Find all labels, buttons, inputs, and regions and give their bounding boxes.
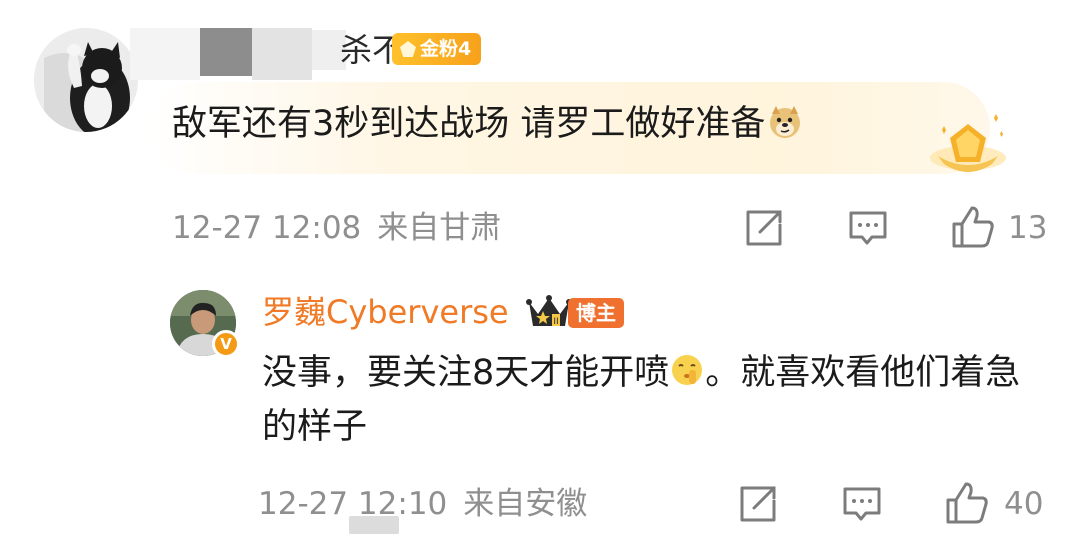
fan-level-badge[interactable]: 金粉4: [392, 33, 482, 65]
crown-icon: II: [526, 294, 572, 332]
comment-meta: 12-27 12:08 来自甘肃: [172, 208, 501, 248]
share-icon[interactable]: [742, 206, 786, 250]
comment-location: 来自甘肃: [377, 210, 502, 246]
username-redaction: [130, 28, 200, 80]
reply-location: 来自安徽: [463, 486, 588, 522]
svg-text:II: II: [553, 317, 558, 327]
like-icon[interactable]: [944, 480, 988, 524]
verified-badge: V: [212, 330, 240, 358]
comment-time: 12-27 12:08: [172, 210, 362, 246]
cat-avatar-icon: [34, 28, 138, 132]
gold-gem-medal-icon: [928, 112, 1008, 182]
username-redaction: [252, 28, 312, 80]
doge-emoji-icon: [767, 104, 803, 140]
gem-icon: [400, 41, 416, 57]
share-icon[interactable]: [736, 482, 780, 526]
like-icon[interactable]: [950, 204, 994, 248]
like-count: 40: [1004, 486, 1044, 522]
commenter-avatar[interactable]: [34, 28, 138, 132]
comment-text-content: 敌军还有3秒到达战场 请罗工做好准备: [172, 104, 766, 144]
fan-level-label: 金粉4: [420, 38, 472, 60]
reply-meta: 12-27 12:10 来自安徽: [258, 484, 587, 524]
text-selection-mark: [349, 516, 399, 534]
comment-text: 敌军还有3秒到达战场 请罗工做好准备: [172, 100, 803, 148]
blogger-username[interactable]: 罗巍Cyberverse: [262, 290, 509, 334]
username-redaction: [200, 28, 252, 76]
reply-text-part1: 没事，要关注8天才能开喷: [262, 353, 670, 393]
like-count: 13: [1008, 210, 1048, 246]
comment-icon[interactable]: [840, 482, 884, 526]
shush-emoji-icon: [669, 350, 705, 386]
blogger-role-badge: 博主: [568, 298, 624, 328]
reply-text: 没事，要关注8天才能开喷 。就喜欢看他们着急的样子: [262, 346, 1052, 454]
comment-icon[interactable]: [846, 206, 890, 250]
